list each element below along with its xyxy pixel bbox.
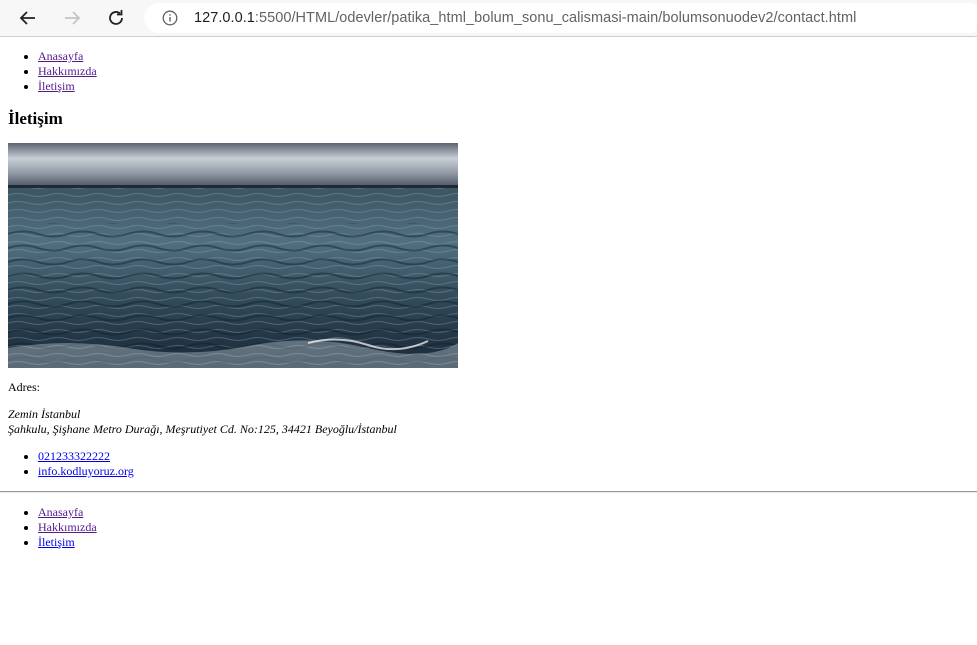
footer-nav-item-home: Anasayfa — [38, 505, 969, 520]
nav-item-home: Anasayfa — [38, 49, 969, 64]
url-text: 127.0.0.1:5500/HTML/odevler/patika_html_… — [194, 10, 856, 26]
sea-image — [8, 143, 458, 368]
email-link[interactable]: info.kodluyoruz.org — [38, 464, 134, 478]
browser-toolbar: 127.0.0.1:5500/HTML/odevler/patika_html_… — [0, 0, 977, 37]
footer-nav-item-contact: İletişim — [38, 535, 969, 550]
main-nav: Anasayfa Hakkımızda İletişim — [8, 49, 969, 94]
address: Zemin İstanbul Şahkulu, Şişhane Metro Du… — [8, 407, 969, 437]
address-line-2: Şahkulu, Şişhane Metro Durağı, Meşrutiye… — [8, 422, 397, 436]
address-bar[interactable]: 127.0.0.1:5500/HTML/odevler/patika_html_… — [144, 3, 977, 33]
footer-link-home[interactable]: Anasayfa — [38, 505, 83, 519]
nav-link-about[interactable]: Hakkımızda — [38, 64, 97, 78]
phone-link[interactable]: 021233322222 — [38, 449, 110, 463]
url-path: :5500/HTML/odevler/patika_html_bolum_son… — [254, 10, 857, 26]
nav-item-about: Hakkımızda — [38, 64, 969, 79]
nav-item-contact: İletişim — [38, 79, 969, 94]
page-title: İletişim — [8, 109, 63, 128]
reload-button[interactable] — [104, 6, 128, 30]
nav-link-home[interactable]: Anasayfa — [38, 49, 83, 63]
footer-nav: Anasayfa Hakkımızda İletişim — [8, 505, 969, 550]
back-button[interactable] — [16, 6, 40, 30]
url-host: 127.0.0.1 — [194, 10, 255, 26]
divider — [0, 491, 977, 493]
reload-icon — [109, 10, 123, 25]
footer-link-contact[interactable]: İletişim — [38, 535, 75, 549]
nav-link-contact[interactable]: İletişim — [38, 79, 75, 93]
forward-arrow-icon — [65, 11, 81, 25]
address-line-1: Zemin İstanbul — [8, 407, 81, 421]
footer-nav-item-about: Hakkımızda — [38, 520, 969, 535]
footer-link-about[interactable]: Hakkımızda — [38, 520, 97, 534]
back-arrow-icon — [19, 11, 35, 25]
contact-list: 021233322222 info.kodluyoruz.org — [8, 449, 969, 479]
contact-item-phone: 021233322222 — [38, 449, 969, 464]
address-label: Adres: — [8, 380, 40, 394]
contact-item-email: info.kodluyoruz.org — [38, 464, 969, 479]
info-icon[interactable] — [162, 10, 178, 26]
forward-button[interactable] — [60, 6, 84, 30]
page-content: Anasayfa Hakkımızda İletişim İletişim — [0, 49, 977, 550]
